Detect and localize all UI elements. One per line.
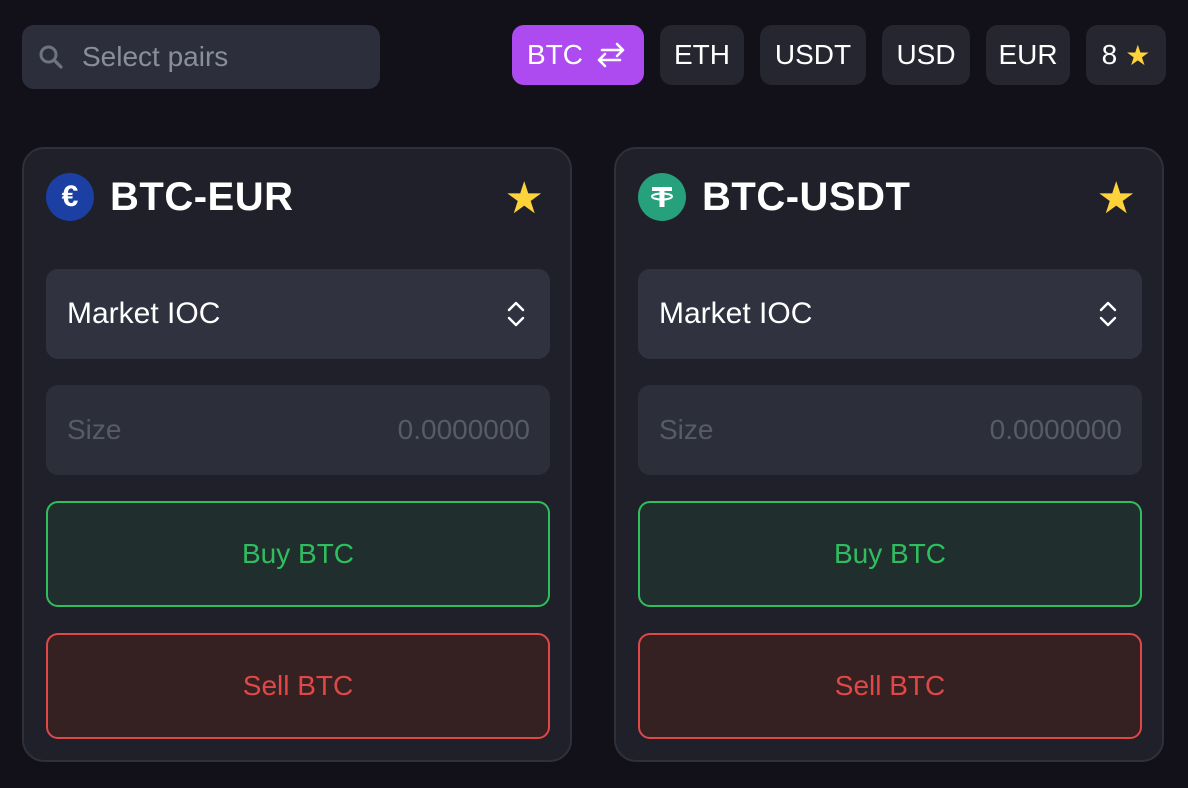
filter-chip-usdt[interactable]: USDT (760, 25, 866, 85)
card-header: BTC-USDT (638, 173, 910, 221)
order-type-select[interactable]: Market IOC (46, 269, 550, 359)
top-bar: BTC ETH USDT USD EUR 8 ★ (0, 0, 1188, 110)
filter-chip-eth[interactable]: ETH (660, 25, 744, 85)
size-placeholder-value: 0.0000000 (397, 414, 530, 445)
filter-chip-usd[interactable]: USD (882, 25, 970, 85)
size-label: Size (67, 414, 122, 445)
search-box[interactable] (22, 25, 380, 89)
favorite-star-icon[interactable]: ★ (1097, 177, 1136, 221)
filter-chip-label: ETH (674, 39, 730, 70)
filter-chip-label: USD (896, 39, 956, 70)
order-type-label: Market IOC (67, 297, 221, 330)
order-type-label: Market IOC (659, 297, 813, 330)
filter-chip-favorites[interactable]: 8 ★ (1086, 25, 1166, 85)
search-input[interactable] (80, 40, 364, 74)
sell-button-label: Sell BTC (242, 670, 354, 701)
order-type-select[interactable]: Market IOC (638, 269, 1142, 359)
filter-chip-label: BTC (527, 39, 583, 70)
favorites-count: 8 (1101, 39, 1118, 70)
sell-button[interactable]: Sell BTC (638, 633, 1142, 739)
pair-title: BTC-EUR (110, 174, 294, 219)
swap-arrows-icon (593, 41, 629, 69)
sell-button[interactable]: Sell BTC (46, 633, 550, 739)
euro-icon: € (46, 173, 94, 221)
filter-chip-label: EUR (998, 39, 1058, 70)
trade-card-btc-usdt: BTC-USDT ★ Market IOC Size 0.0000000 Buy… (614, 147, 1164, 762)
buy-button-label: Buy BTC (241, 538, 355, 569)
pair-title: BTC-USDT (702, 174, 911, 219)
search-icon (39, 45, 63, 69)
card-header: € BTC-EUR (46, 173, 293, 221)
size-input[interactable]: Size 0.0000000 (638, 385, 1142, 475)
filter-chip-eur[interactable]: EUR (986, 25, 1070, 85)
filter-chip-btc[interactable]: BTC (512, 25, 644, 85)
buy-button-label: Buy BTC (833, 538, 947, 569)
sell-button-label: Sell BTC (834, 670, 946, 701)
chevron-up-down-icon (507, 301, 525, 327)
chevron-up-down-icon (1099, 301, 1117, 327)
trade-card-btc-eur: € BTC-EUR ★ Market IOC Size 0.0000000 Bu… (22, 147, 572, 762)
size-label: Size (659, 414, 714, 445)
star-icon: ★ (1125, 39, 1151, 71)
buy-button[interactable]: Buy BTC (46, 501, 550, 607)
favorite-star-icon[interactable]: ★ (505, 177, 544, 221)
buy-button[interactable]: Buy BTC (638, 501, 1142, 607)
tether-icon (638, 173, 686, 221)
size-placeholder-value: 0.0000000 (989, 414, 1122, 445)
filter-chip-label: USDT (774, 39, 852, 70)
size-input[interactable]: Size 0.0000000 (46, 385, 550, 475)
